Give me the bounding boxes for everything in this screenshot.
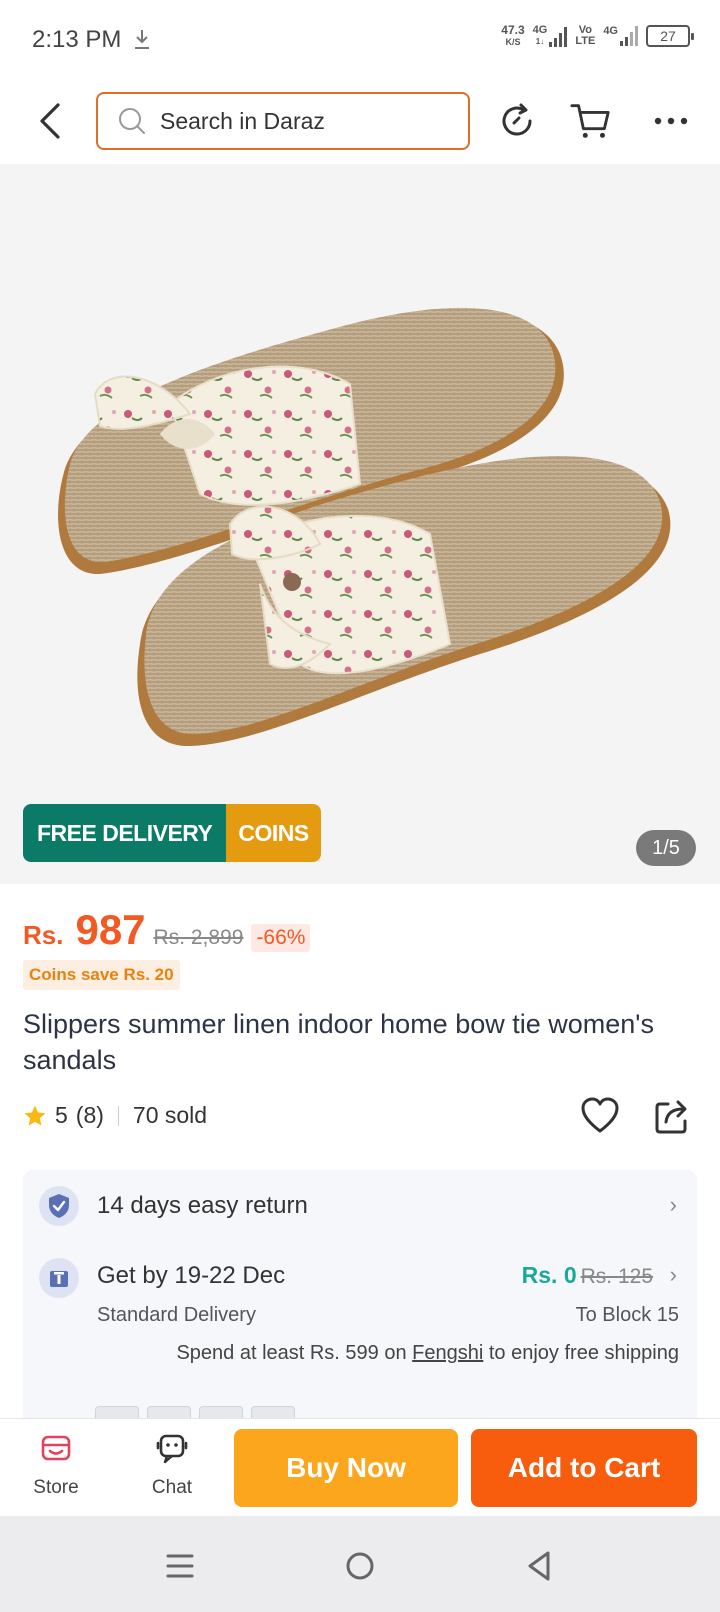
bottom-action-bar: Store Chat Buy Now Add to Cart	[0, 1418, 720, 1516]
store-button[interactable]: Store	[16, 1431, 96, 1499]
divider	[117, 1105, 119, 1126]
battery-icon: 27	[646, 25, 694, 47]
product-image	[58, 307, 671, 747]
signal-bars-icon	[549, 27, 568, 47]
share-button[interactable]	[652, 1096, 692, 1136]
chevron-right-icon: ›	[669, 1192, 677, 1217]
store-label: Store	[33, 1477, 79, 1498]
star-icon	[24, 1105, 46, 1126]
return-policy-row[interactable]: 14 days easy return ›	[23, 1170, 697, 1240]
coins-badge: COINS	[226, 804, 321, 862]
volte-indicator: Vo LTE	[575, 25, 595, 47]
chat-button[interactable]: Chat	[132, 1431, 212, 1499]
back-triangle-icon[interactable]	[520, 1546, 560, 1586]
chevron-left-icon	[40, 103, 60, 139]
home-icon[interactable]	[340, 1546, 380, 1586]
status-time: 2:13 PM	[32, 26, 122, 53]
sold-count: 70 sold	[132, 1102, 208, 1128]
delivery-card: 14 days easy return › Get by 19-22 Dec R…	[23, 1170, 697, 1430]
delivery-fee: Rs. 0 Rs. 125	[522, 1262, 653, 1289]
cart-button[interactable]	[570, 100, 612, 142]
status-bar: 2:13 PM 47.3 K/S 4G 1↓ Vo LTE 4G 27	[0, 0, 720, 80]
chevron-right-icon: ›	[669, 1262, 677, 1287]
refresh-history-icon	[502, 103, 532, 136]
search-placeholder: Search in Daraz	[160, 107, 325, 134]
sim2-label: 4G	[603, 25, 618, 37]
free-shipping-note: Spend at least Rs. 599 on Fengshi to enj…	[176, 1342, 679, 1365]
discount-badge: -66%	[251, 924, 311, 952]
buy-now-button[interactable]: Buy Now	[234, 1429, 458, 1507]
product-title: Slippers summer linen indoor home bow ti…	[23, 1009, 654, 1075]
add-to-cart-button[interactable]: Add to Cart	[471, 1429, 697, 1507]
search-icon	[119, 108, 145, 134]
delivery-method: Standard Delivery	[97, 1304, 256, 1326]
image-counter: 1/5	[636, 830, 696, 866]
system-nav-bar	[0, 1516, 720, 1612]
chat-label: Chat	[151, 1477, 193, 1498]
coins-save-badge: Coins save Rs. 20	[23, 960, 180, 990]
wishlist-button[interactable]	[580, 1096, 620, 1136]
promo-badge: FREE DELIVERY COINS	[23, 804, 321, 862]
net-speed-value: 47.3	[501, 23, 525, 37]
net-speed-unit: K/S	[505, 37, 521, 47]
sim1-signal: 4G 1↓	[533, 25, 568, 47]
heart-icon	[581, 1097, 619, 1133]
note-suffix: to enjoy free shipping	[483, 1342, 679, 1364]
chat-icon	[156, 1434, 188, 1464]
sim1-label: 4G	[532, 24, 548, 36]
top-header: Search in Daraz	[0, 80, 720, 164]
cart-icon	[570, 104, 610, 138]
signal-bars-icon	[620, 26, 638, 46]
product-gallery[interactable]: FREE DELIVERY COINS 1/5	[0, 164, 720, 884]
delivery-fee-old: Rs. 125	[580, 1265, 653, 1288]
price-row: Rs. 987 Rs. 2,899 -66%	[23, 906, 311, 954]
rating-value: 5	[55, 1102, 68, 1128]
recent-apps-icon[interactable]	[160, 1546, 200, 1586]
delivery-fee-now: Rs. 0	[521, 1262, 577, 1288]
price-currency: Rs.	[23, 920, 64, 950]
price-original: Rs. 2,899	[153, 926, 244, 949]
status-indicators: 47.3 K/S 4G 1↓ Vo LTE 4G 27	[501, 24, 694, 48]
volte-bottom: LTE	[575, 35, 596, 47]
shield-check-icon	[39, 1186, 79, 1226]
sim2-signal: 4G	[603, 26, 638, 46]
price-current: 987	[75, 906, 146, 953]
more-options-button[interactable]	[650, 100, 692, 142]
sim1-sub: 1↓	[535, 37, 545, 46]
delivery-info-row[interactable]: Get by 19-22 Dec Rs. 0 Rs. 125 › Standar…	[23, 1240, 697, 1420]
review-count: (8)	[75, 1102, 104, 1128]
back-button[interactable]	[30, 98, 70, 144]
share-icon	[655, 1100, 687, 1134]
note-prefix: Spend at least Rs. 599 on	[176, 1342, 413, 1364]
history-button[interactable]	[496, 100, 538, 142]
package-icon	[39, 1258, 79, 1298]
return-policy-text: 14 days easy return	[97, 1192, 308, 1219]
delivery-date: Get by 19-22 Dec	[97, 1262, 286, 1289]
search-input[interactable]: Search in Daraz	[96, 92, 470, 150]
net-speed: 47.3 K/S	[501, 24, 524, 48]
download-icon	[135, 30, 149, 49]
rating-row[interactable]: 5 (8) 70 sold	[23, 1102, 207, 1129]
store-icon	[41, 1435, 71, 1461]
free-delivery-badge: FREE DELIVERY	[23, 804, 227, 862]
more-dots-icon	[654, 117, 688, 125]
delivery-destination: To Block 15	[575, 1304, 679, 1326]
store-link[interactable]: Fengshi	[412, 1342, 483, 1364]
